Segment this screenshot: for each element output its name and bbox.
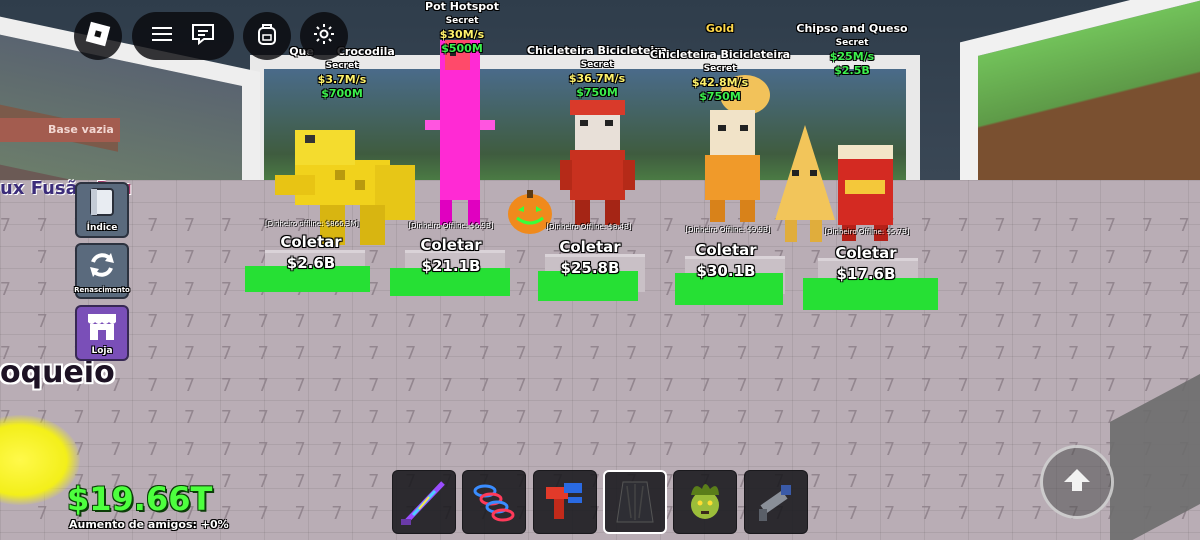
- index-label: Índice: [86, 223, 118, 233]
- hotbar-slot-2[interactable]: [462, 470, 526, 534]
- backpack-button[interactable]: [243, 12, 291, 60]
- offline-money-label: [Dinheiro Offline: $8.4B]: [546, 223, 632, 231]
- rainbow-sword-icon: [393, 481, 455, 537]
- roblox-menu-button[interactable]: [74, 12, 122, 60]
- jump-arrow-icon: [1062, 467, 1092, 497]
- jump-button[interactable]: [1040, 445, 1114, 519]
- medusa-head-icon: [674, 484, 736, 537]
- shop-label: Loja: [91, 346, 113, 356]
- backpack-icon: [255, 21, 279, 51]
- hamburger-menu-icon[interactable]: [150, 24, 174, 48]
- hotbar-slot-3[interactable]: [533, 470, 597, 534]
- collect-label[interactable]: Coletar $17.6B: [796, 244, 936, 283]
- collect-label[interactable]: Coletar $2.6B: [241, 233, 381, 272]
- hotbar-slot-5[interactable]: [673, 470, 737, 534]
- hotbar-slot-4[interactable]: [603, 470, 667, 534]
- refresh-icon: [85, 248, 119, 286]
- gear-icon: [312, 22, 336, 50]
- friends-boost: Aumento de amigos: +0%: [69, 518, 229, 531]
- blaster-gun-icon: [534, 483, 596, 537]
- settings-button[interactable]: [300, 12, 348, 60]
- brainrot-overhead: Chipso and Queso Secret $25M/s $2.5B: [796, 22, 908, 77]
- hotbar-slot-6[interactable]: [744, 470, 808, 534]
- roblox-logo-icon: [85, 21, 111, 51]
- chat-icon[interactable]: [190, 22, 216, 50]
- game-viewport[interactable]: 77777777777777777777777777777777 77777777…: [0, 0, 1200, 540]
- collect-label[interactable]: Coletar $21.1B: [381, 236, 521, 275]
- shop-button[interactable]: Loja: [75, 305, 129, 361]
- collect-label[interactable]: Coletar $25.8B: [520, 238, 660, 277]
- crocodile-brainrot-figure[interactable]: [275, 120, 435, 250]
- chicleteira-figure[interactable]: [560, 100, 640, 230]
- hotbar-slot-1[interactable]: [392, 470, 456, 534]
- invisibility-cloak-icon: [605, 481, 665, 536]
- menu-chat-group: [132, 12, 234, 60]
- grapple-hook-icon: [745, 485, 807, 537]
- collect-label[interactable]: Coletar $30.1B: [656, 241, 796, 280]
- shop-icon: [84, 310, 120, 346]
- offline-money-label: [Dinheiro Offline: $5.7B]: [824, 228, 910, 236]
- offline-money-label: [Dinheiro Offline: $6.9B]: [408, 222, 494, 230]
- book-icon: [85, 185, 119, 223]
- offline-money-label: [Dinheiro offline: $866.3M]: [264, 220, 359, 228]
- index-button[interactable]: Índice: [75, 182, 129, 238]
- chipso-queso-figure[interactable]: [770, 125, 900, 245]
- rebirth-label: Renascimento: [74, 286, 130, 294]
- spring-coil-icon: [463, 484, 525, 537]
- rebirth-button[interactable]: Renascimento: [74, 243, 130, 299]
- money-amount: $19.66T: [67, 480, 213, 518]
- base-sign: Base vazia: [0, 118, 120, 142]
